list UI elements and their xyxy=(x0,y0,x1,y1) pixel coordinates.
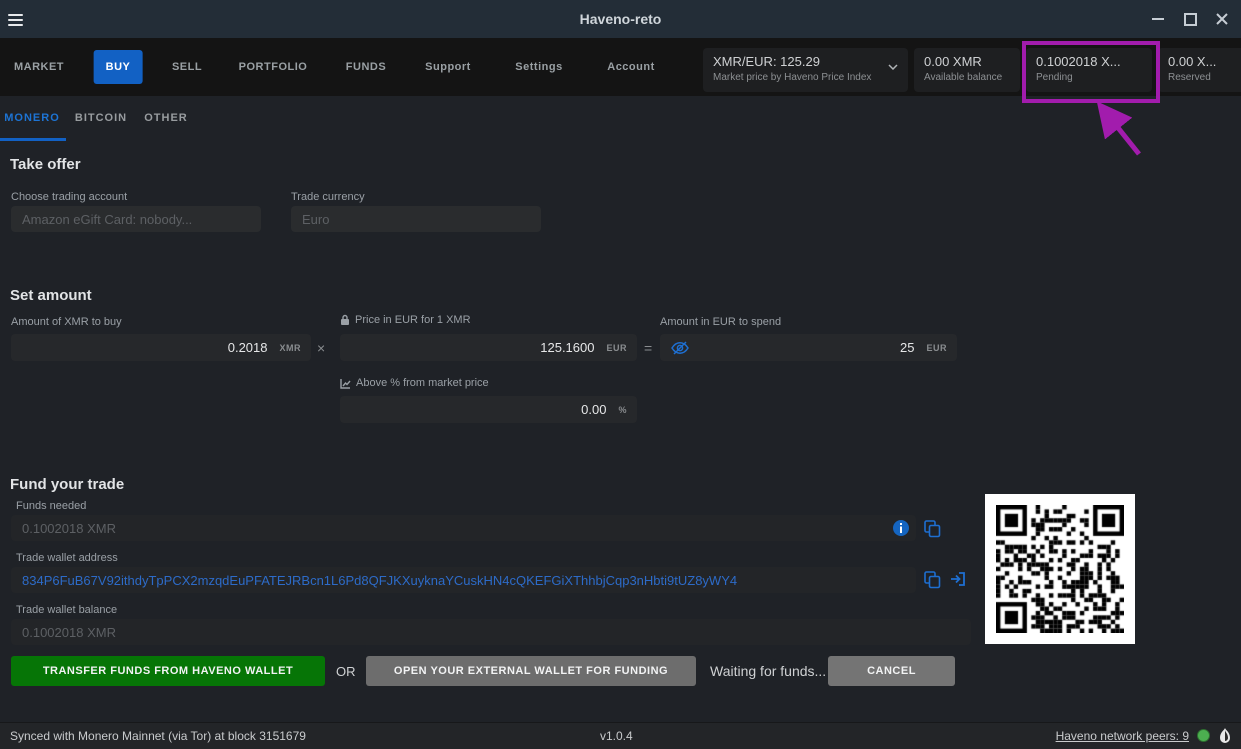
wallet-balance-label: Trade wallet balance xyxy=(16,604,117,616)
reserved-balance-value: 0.00 X... xyxy=(1168,54,1241,69)
sync-status: Synced with Monero Mainnet (via Tor) at … xyxy=(10,729,306,743)
pending-balance-label: Pending xyxy=(1036,72,1152,83)
reserved-balance-block: 0.00 X... Reserved xyxy=(1158,48,1241,92)
pending-balance-block: 0.1002018 X... Pending xyxy=(1026,48,1152,92)
status-bar: Synced with Monero Mainnet (via Tor) at … xyxy=(0,722,1241,749)
qr-code xyxy=(985,494,1135,644)
available-balance-value: 0.00 XMR xyxy=(924,54,1020,69)
spend-label: Amount in EUR to spend xyxy=(660,316,781,328)
app-version: v1.0.4 xyxy=(600,729,633,743)
external-wallet-button[interactable]: OPEN YOUR EXTERNAL WALLET FOR FUNDING xyxy=(366,656,696,686)
wallet-address-label: Trade wallet address xyxy=(16,552,118,564)
window-title: Haveno-reto xyxy=(0,0,1241,38)
price-input[interactable]: 125.1600 EUR xyxy=(340,334,637,361)
waiting-status-text: Waiting for funds... xyxy=(710,663,826,679)
or-text: OR xyxy=(336,664,356,679)
market-price-source: Market price by Haveno Price Index xyxy=(713,72,908,83)
network-peers-link[interactable]: Haveno network peers: 9 xyxy=(1056,729,1189,743)
minimize-icon xyxy=(1152,18,1164,20)
eye-slash-icon[interactable] xyxy=(671,341,689,355)
deviation-label: Above % from market price xyxy=(340,377,489,389)
nav-settings[interactable]: Settings xyxy=(515,38,562,96)
price-label: Price in EUR for 1 XMR xyxy=(340,314,471,326)
tab-other[interactable]: OTHER xyxy=(144,112,188,124)
spend-input[interactable]: 25 EUR xyxy=(660,334,957,361)
annotation-arrow xyxy=(1075,96,1150,162)
chart-icon xyxy=(340,378,351,389)
multiply-separator: × xyxy=(317,340,325,356)
maximize-icon xyxy=(1184,13,1197,26)
equals-separator: = xyxy=(644,340,652,356)
nav-support[interactable]: Support xyxy=(425,38,471,96)
tab-bitcoin[interactable]: BITCOIN xyxy=(75,112,127,124)
tor-onion-icon xyxy=(1217,727,1233,746)
available-balance-label: Available balance xyxy=(924,72,1020,83)
pending-balance-value: 0.1002018 X... xyxy=(1036,54,1152,69)
nav-portfolio[interactable]: PORTFOLIO xyxy=(239,38,308,96)
spend-value: 25 xyxy=(900,340,914,355)
amount-suffix: XMR xyxy=(280,343,302,353)
deviation-value: 0.00 xyxy=(581,402,606,417)
wallet-balance-field: 0.1002018 XMR xyxy=(11,619,971,645)
deviation-suffix: % xyxy=(618,405,627,415)
market-price-value: XMR/EUR: 125.29 xyxy=(713,54,908,69)
available-balance-block: 0.00 XMR Available balance xyxy=(914,48,1020,92)
trading-account-select[interactable]: Amazon eGift Card: nobody... xyxy=(11,206,261,232)
amount-input[interactable]: 0.2018 XMR xyxy=(11,334,311,361)
minimize-button[interactable] xyxy=(1143,0,1173,38)
price-suffix: EUR xyxy=(606,343,627,353)
funds-needed-label: Funds needed xyxy=(16,500,86,512)
app-window: Haveno-reto MARKET BUY SELL PORTFOLIO FU… xyxy=(0,0,1241,749)
nav-market[interactable]: MARKET xyxy=(14,38,64,96)
market-price-selector[interactable]: XMR/EUR: 125.29 Market price by Haveno P… xyxy=(703,48,908,92)
spend-suffix: EUR xyxy=(926,343,947,353)
wallet-address-field[interactable]: 834P6FuB67V92ithdyTpPCX2mzqdEuPFATEJRBcn… xyxy=(11,567,916,593)
funds-needed-copy-icon[interactable] xyxy=(924,520,941,538)
set-amount-heading: Set amount xyxy=(10,287,92,304)
nav-account[interactable]: Account xyxy=(607,38,655,96)
reserved-balance-label: Reserved xyxy=(1168,72,1241,83)
funds-needed-field: 0.1002018 XMR xyxy=(11,515,916,541)
price-value: 125.1600 xyxy=(540,340,594,355)
chevron-down-icon xyxy=(888,64,898,70)
tab-monero[interactable]: MONERO xyxy=(4,112,60,124)
trading-account-label: Choose trading account xyxy=(11,191,127,203)
trade-currency-label: Trade currency xyxy=(291,191,365,203)
main-nav: MARKET BUY SELL PORTFOLIO FUNDS Support … xyxy=(0,38,1241,96)
maximize-button[interactable] xyxy=(1175,0,1205,38)
nav-sell[interactable]: SELL xyxy=(172,38,202,96)
close-button[interactable] xyxy=(1207,0,1237,38)
amount-value: 0.2018 xyxy=(228,340,268,355)
lock-icon xyxy=(340,314,350,326)
title-bar: Haveno-reto xyxy=(0,0,1241,38)
amount-label: Amount of XMR to buy xyxy=(11,316,122,328)
wallet-address-copy-icon[interactable] xyxy=(924,571,941,589)
connection-status-icon xyxy=(1197,729,1210,742)
funds-needed-info-icon[interactable] xyxy=(893,520,909,536)
trade-currency-select[interactable]: Euro xyxy=(291,206,541,232)
take-offer-heading: Take offer xyxy=(10,156,81,173)
transfer-funds-button[interactable]: TRANSFER FUNDS FROM HAVENO WALLET xyxy=(11,656,325,686)
nav-funds[interactable]: FUNDS xyxy=(346,38,386,96)
cancel-button[interactable]: CANCEL xyxy=(828,656,955,686)
active-tab-underline xyxy=(0,138,66,141)
open-wallet-link-icon[interactable] xyxy=(950,571,966,587)
close-icon xyxy=(1216,13,1228,25)
fund-trade-heading: Fund your trade xyxy=(10,476,124,493)
deviation-input[interactable]: 0.00 % xyxy=(340,396,637,423)
nav-buy[interactable]: BUY xyxy=(94,50,143,84)
